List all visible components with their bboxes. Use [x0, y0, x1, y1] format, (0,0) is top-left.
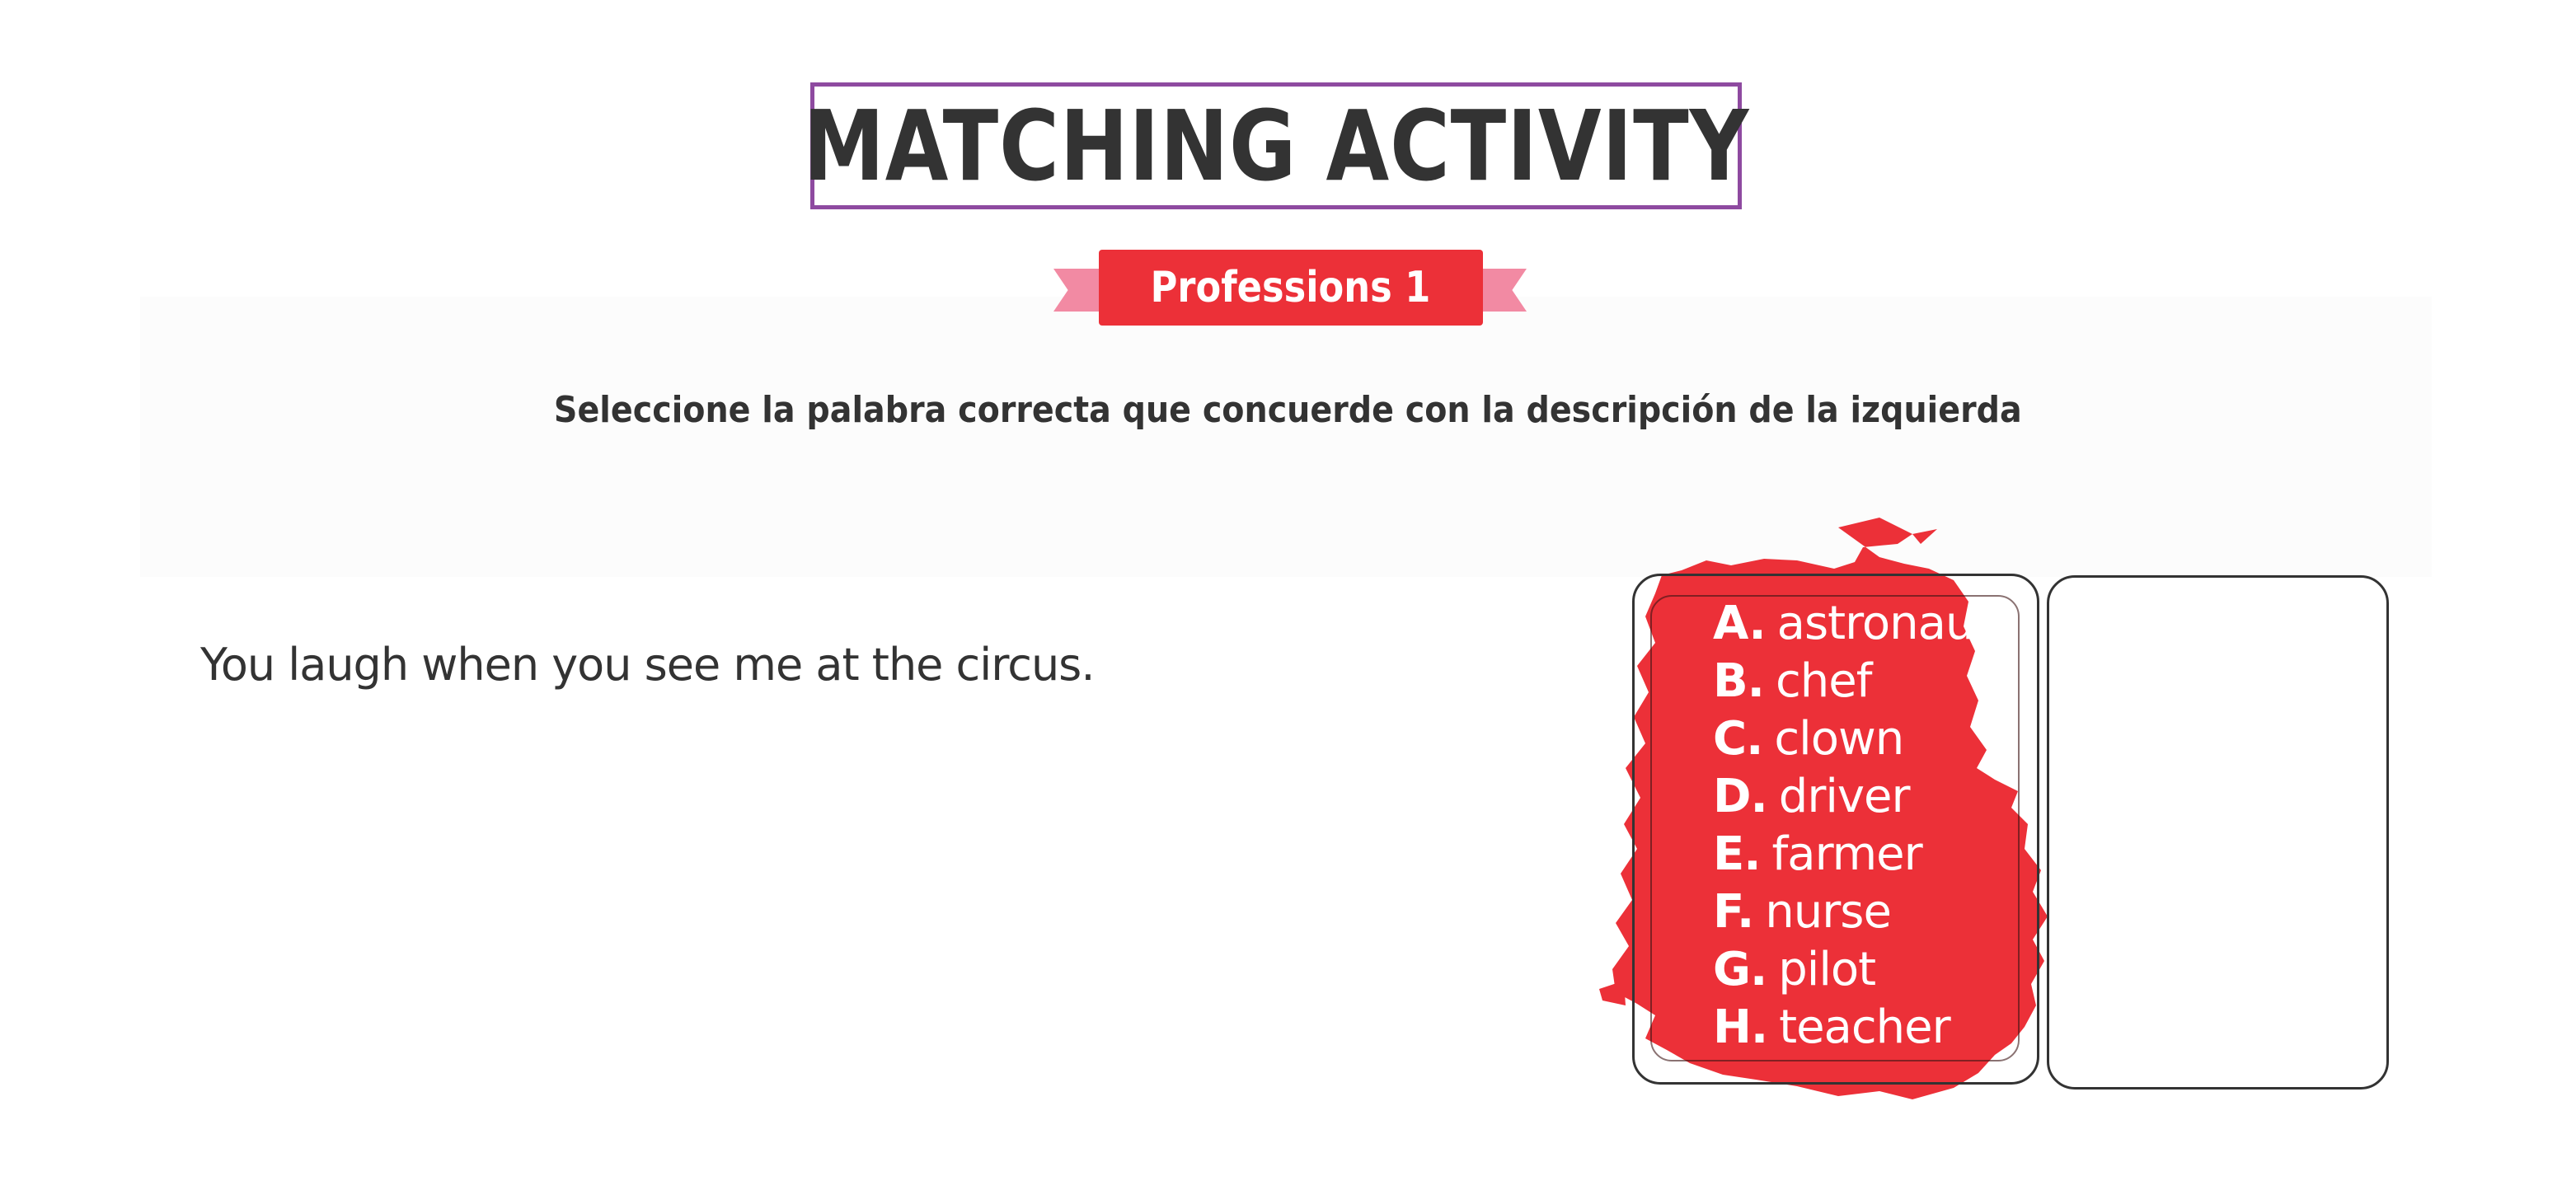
title-banner: MATCHING ACTIVITY	[803, 82, 1748, 209]
option-farmer[interactable]: E. farmer	[1713, 826, 1991, 883]
answer-drop-zone[interactable]	[2047, 575, 2389, 1090]
question-text: You laugh when you see me at the circus.	[200, 639, 1095, 691]
option-pilot[interactable]: G. pilot	[1713, 941, 1991, 999]
option-driver[interactable]: D. driver	[1713, 768, 1991, 826]
option-letter: H.	[1713, 1001, 1768, 1054]
option-astronaut[interactable]: A. astronaut	[1713, 595, 1992, 653]
option-word: teacher	[1779, 1001, 1950, 1054]
option-word: farmer	[1771, 827, 1923, 881]
option-clown[interactable]: C. clown	[1713, 710, 1991, 768]
option-letter: F.	[1713, 885, 1754, 939]
subtitle-ribbon: Professions 1	[1099, 250, 1483, 326]
option-letter: A.	[1713, 597, 1767, 650]
option-word: astronaut	[1776, 597, 1992, 650]
instruction-text: Seleccione la palabra correcta que concu…	[0, 389, 2576, 431]
option-letter: E.	[1713, 827, 1762, 881]
option-word: driver	[1778, 770, 1911, 823]
option-letter: D.	[1713, 770, 1768, 823]
option-nurse[interactable]: F. nurse	[1713, 883, 1991, 941]
option-word: chef	[1775, 654, 1872, 708]
subtitle-label: Professions 1	[1151, 263, 1431, 312]
option-teacher[interactable]: H. teacher	[1713, 999, 1991, 1057]
option-word: pilot	[1778, 943, 1876, 996]
instruction-label: Seleccione la palabra correcta que concu…	[554, 389, 2022, 431]
page-title: MATCHING ACTIVITY	[803, 89, 1749, 203]
option-letter: B.	[1713, 654, 1765, 708]
option-word: nurse	[1765, 885, 1892, 939]
option-word: clown	[1774, 712, 1904, 766]
options-list: A. astronaut B. chef C. clown D. driver E. farmer…	[1713, 595, 1992, 1057]
option-chef[interactable]: B. chef	[1713, 653, 1991, 710]
option-letter: G.	[1713, 943, 1767, 996]
option-letter: C.	[1713, 712, 1763, 766]
